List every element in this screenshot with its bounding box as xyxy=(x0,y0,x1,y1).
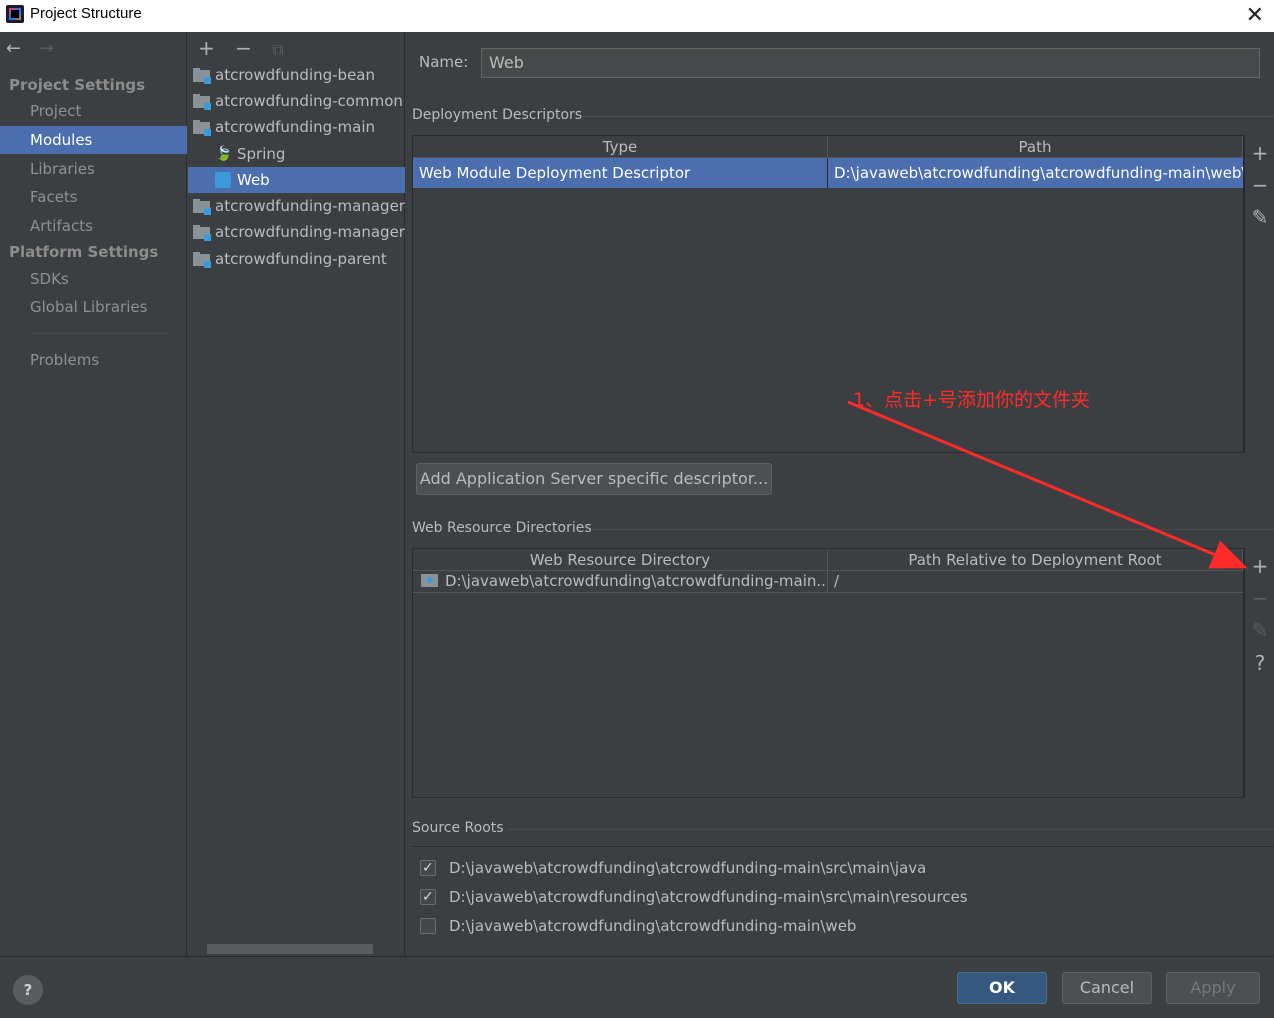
platform-settings-heading: Platform Settings xyxy=(9,243,159,261)
forward-arrow-icon[interactable]: → xyxy=(39,38,54,59)
sidebar-item-facets[interactable]: Facets xyxy=(0,183,187,211)
source-roots-list: D:\javaweb\atcrowdfunding\atcrowdfunding… xyxy=(412,846,1274,941)
source-root-checkbox[interactable] xyxy=(420,918,436,934)
ok-button[interactable]: OK xyxy=(957,972,1047,1004)
module-folder-icon xyxy=(193,252,211,268)
tree-item-module[interactable]: atcrowdfunding-common xyxy=(188,88,405,114)
edit-pencil-icon[interactable]: ✎ xyxy=(1245,205,1274,229)
web-resource-toolbar: + − ✎ ? xyxy=(1244,548,1274,798)
title-bar: Project Structure ✕ xyxy=(0,0,1274,32)
remove-module-icon[interactable]: − xyxy=(235,36,252,60)
sidebar-item-modules[interactable]: Modules xyxy=(0,126,187,154)
table-cell-type: Web Module Deployment Descriptor xyxy=(413,158,828,188)
close-icon[interactable]: ✕ xyxy=(1246,3,1264,28)
tree-horizontal-scrollbar[interactable] xyxy=(207,944,373,954)
apply-button[interactable]: Apply xyxy=(1166,972,1260,1004)
sidebar-item-artifacts[interactable]: Artifacts xyxy=(0,212,187,240)
column-header-path-relative[interactable]: Path Relative to Deployment Root xyxy=(828,549,1243,571)
back-arrow-icon[interactable]: ← xyxy=(6,38,21,59)
tree-item-module[interactable]: atcrowdfunding-manager- xyxy=(188,193,405,219)
add-descriptor-icon[interactable]: + xyxy=(1245,141,1274,165)
spring-leaf-icon: 🍃 xyxy=(215,146,233,162)
source-root-path: D:\javaweb\atcrowdfunding\atcrowdfunding… xyxy=(449,888,968,906)
web-folder-icon xyxy=(421,574,438,587)
source-root-checkbox[interactable] xyxy=(420,883,436,912)
directory-path-text: D:\javaweb\atcrowdfunding\atcrowdfunding… xyxy=(445,572,828,590)
tree-item-module[interactable]: atcrowdfunding-main xyxy=(188,114,405,140)
cancel-button[interactable]: Cancel xyxy=(1062,972,1152,1004)
remove-descriptor-icon[interactable]: − xyxy=(1245,173,1274,197)
intellij-logo-icon xyxy=(6,5,24,23)
add-web-resource-icon[interactable]: + xyxy=(1245,554,1274,578)
edit-pencil-icon[interactable]: ✎ xyxy=(1245,618,1274,642)
sidebar-item-sdks[interactable]: SDKs xyxy=(0,265,187,293)
sidebar-item-problems[interactable]: Problems xyxy=(0,346,187,374)
tree-item-label: Web xyxy=(237,171,270,189)
module-folder-icon xyxy=(193,68,211,84)
descriptor-toolbar: + − ✎ xyxy=(1244,135,1274,453)
column-header-type[interactable]: Type xyxy=(413,136,828,158)
sidebar-divider xyxy=(30,333,170,334)
add-module-icon[interactable]: + xyxy=(198,36,215,60)
module-folder-icon xyxy=(193,94,211,110)
web-resource-table: Web Resource Directory Path Relative to … xyxy=(412,548,1244,798)
name-label: Name: xyxy=(419,53,469,71)
help-button[interactable]: ? xyxy=(13,975,43,1005)
tree-item-label: Spring xyxy=(237,145,286,163)
remove-web-resource-icon[interactable]: − xyxy=(1245,586,1274,610)
dialog-footer: ? OK Cancel Apply xyxy=(0,956,1274,1018)
tree-item-label: atcrowdfunding-common xyxy=(215,92,403,110)
project-settings-heading: Project Settings xyxy=(9,76,146,94)
column-header-web-resource-directory[interactable]: Web Resource Directory xyxy=(413,549,828,571)
annotation-text: 1、点击+号添加你的文件夹 xyxy=(853,389,1091,411)
column-header-path[interactable]: Path xyxy=(828,136,1243,158)
list-item[interactable]: D:\javaweb\atcrowdfunding\atcrowdfunding… xyxy=(412,883,968,912)
deployment-descriptors-heading: Deployment Descriptors xyxy=(412,107,583,123)
source-root-checkbox[interactable] xyxy=(420,854,436,883)
tree-item-label: atcrowdfunding-parent xyxy=(215,250,387,268)
tree-item-web-facet[interactable]: Web xyxy=(188,167,405,193)
add-server-descriptor-button[interactable]: Add Application Server specific descript… xyxy=(416,463,772,495)
tree-item-label: atcrowdfunding-manager- xyxy=(215,197,405,215)
source-roots-heading: Source Roots xyxy=(412,820,504,836)
module-tree-panel: + − ⧉ atcrowdfunding-bean atcrowdfunding… xyxy=(188,32,405,956)
help-question-icon[interactable]: ? xyxy=(1245,651,1274,675)
facet-settings-panel: Name: Web Deployment Descriptors Type Pa… xyxy=(406,32,1274,956)
module-folder-icon xyxy=(193,120,211,136)
tree-item-label: atcrowdfunding-main xyxy=(215,118,376,136)
tree-item-module[interactable]: atcrowdfunding-manager- xyxy=(188,219,405,245)
web-facet-icon xyxy=(215,172,231,188)
web-resource-directories-heading: Web Resource Directories xyxy=(412,520,592,536)
source-root-path: D:\javaweb\atcrowdfunding\atcrowdfunding… xyxy=(449,859,927,877)
table-cell-directory[interactable]: D:\javaweb\atcrowdfunding\atcrowdfunding… xyxy=(413,569,828,593)
tree-item-label: atcrowdfunding-manager- xyxy=(215,223,405,241)
window-title: Project Structure xyxy=(30,5,142,22)
sidebar-item-global-libraries[interactable]: Global Libraries xyxy=(0,293,187,321)
source-root-path: D:\javaweb\atcrowdfunding\atcrowdfunding… xyxy=(449,917,857,935)
tree-item-spring-facet[interactable]: 🍃 Spring xyxy=(188,141,405,167)
deployment-descriptors-table: Type Path Web Module Deployment Descript… xyxy=(412,135,1244,453)
copy-module-icon[interactable]: ⧉ xyxy=(272,40,283,59)
table-cell-path: D:\javaweb\atcrowdfunding\atcrowdfunding… xyxy=(834,164,1243,182)
settings-sidebar: ← → Project Settings Project Modules Lib… xyxy=(0,32,187,956)
module-folder-icon xyxy=(193,225,211,241)
sidebar-item-libraries[interactable]: Libraries xyxy=(0,155,187,183)
table-cell-relative-path[interactable]: / xyxy=(828,569,1243,593)
tree-item-module[interactable]: atcrowdfunding-parent xyxy=(188,246,405,272)
list-item[interactable]: D:\javaweb\atcrowdfunding\atcrowdfunding… xyxy=(412,912,856,941)
tree-item-label: atcrowdfunding-bean xyxy=(215,66,375,84)
name-field[interactable]: Web xyxy=(481,48,1260,78)
list-item[interactable]: D:\javaweb\atcrowdfunding\atcrowdfunding… xyxy=(412,854,926,883)
sidebar-item-project[interactable]: Project xyxy=(0,97,187,125)
tree-item-module[interactable]: atcrowdfunding-bean xyxy=(188,62,405,88)
module-folder-icon xyxy=(193,199,211,215)
